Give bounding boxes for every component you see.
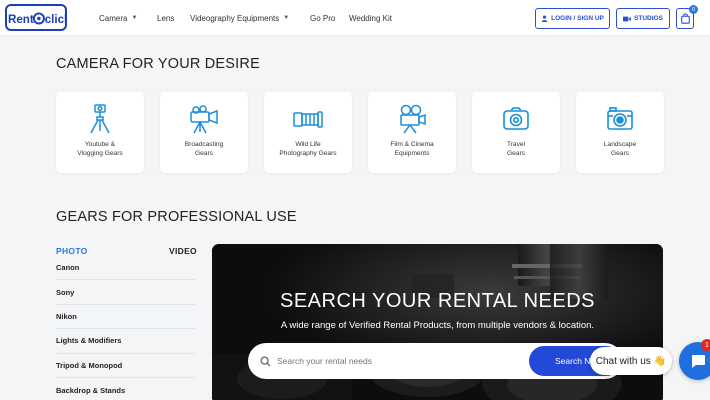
nav-wedding-kit[interactable]: Wedding Kit <box>349 0 392 36</box>
hero-subtitle: A wide range of Verified Rental Products… <box>280 320 595 331</box>
rentoclick-logo[interactable]: Rent click <box>5 4 67 31</box>
category-card-landscape[interactable]: Landscape Gears <box>576 92 664 173</box>
tab-photo[interactable]: PHOTO <box>56 246 88 256</box>
category-card-film-cinema[interactable]: Film & Cinema Equipments <box>368 92 456 173</box>
category-card-wild-life[interactable]: Wild Life Photography Gears <box>264 92 352 173</box>
svg-text:click: click <box>45 12 65 25</box>
brand-item-tripod-monopod[interactable]: Tripod & Monopod <box>56 354 196 378</box>
user-icon <box>541 15 548 22</box>
brand-list: Canon Sony Nikon Lights & Modifiers Trip… <box>56 256 196 400</box>
waving-hand-icon: 👋 <box>653 355 667 367</box>
gears-section-title: GEARS FOR PROFESSIONAL USE <box>56 209 297 225</box>
travel-camera-icon <box>501 104 531 134</box>
chevron-down-icon: ▼ <box>131 15 138 21</box>
landscape-camera-icon <box>605 104 635 134</box>
cart-count-badge: 0 <box>689 5 698 14</box>
login-signup-button[interactable]: LOGIN / SIGN UP <box>535 8 610 29</box>
category-label: Youtube & Vlogging Gears <box>77 141 123 157</box>
category-card-broadcasting[interactable]: Broadcasting Gears <box>160 92 248 173</box>
hero-title: SEARCH YOUR RENTAL NEEDS <box>279 290 596 312</box>
brand-item-nikon[interactable]: Nikon <box>56 305 196 330</box>
search-hero-banner: SEARCH YOUR RENTAL NEEDS A wide range of… <box>212 244 663 400</box>
nav-go-pro[interactable]: Go Pro <box>310 0 335 36</box>
nav-camera[interactable]: Camera ▼ <box>99 0 137 36</box>
top-header: Rent click Camera ▼ Lens Videography Equ… <box>0 0 710 36</box>
chat-bubble-text: Chat with us <box>595 355 651 367</box>
chevron-down-icon: ▼ <box>283 15 290 21</box>
brand-item-sony[interactable]: Sony <box>56 280 196 305</box>
category-label: Film & Cinema Equipments <box>390 141 434 157</box>
search-bar: Search Now <box>248 343 623 379</box>
film-camera-icon <box>397 104 427 134</box>
brand-item-lights-modifiers[interactable]: Lights & Modifiers <box>56 329 196 354</box>
tripod-icon <box>85 104 115 134</box>
nav-lens-label: Lens <box>157 13 175 23</box>
category-label: Travel Gears <box>506 141 526 157</box>
category-label: Broadcasting Gears <box>184 141 224 157</box>
video-camera-icon <box>623 16 632 21</box>
category-card-travel[interactable]: Travel Gears <box>472 92 560 173</box>
nav-videography-equipments[interactable]: Videography Equipments ▼ <box>190 0 289 36</box>
broadcast-camera-icon <box>189 104 219 134</box>
nav-go-pro-label: Go Pro <box>310 13 336 23</box>
search-input[interactable] <box>277 356 517 366</box>
camera-section-title: CAMERA FOR YOUR DESIRE <box>56 56 260 72</box>
category-label: Landscape Gears <box>603 141 637 157</box>
studios-button[interactable]: STUDIOS <box>616 8 670 29</box>
svg-text:Rent: Rent <box>8 12 34 25</box>
chat-with-us-bubble[interactable]: Chat with us 👋 <box>590 347 672 375</box>
shopping-bag-icon <box>680 13 690 24</box>
nav-videography-label: Videography Equipments <box>190 13 280 23</box>
search-icon <box>260 355 271 367</box>
brand-item-backdrop-stands[interactable]: Backdrop & Stands <box>56 378 196 400</box>
chat-notification-badge: 1 <box>701 339 710 351</box>
category-card-youtube-vlogging[interactable]: Youtube & Vlogging Gears <box>56 92 144 173</box>
brand-item-canon[interactable]: Canon <box>56 256 196 281</box>
category-label: Wild Life Photography Gears <box>279 141 337 157</box>
nav-camera-label: Camera <box>99 13 128 23</box>
chat-icon <box>691 355 705 368</box>
tab-video[interactable]: VIDEO <box>169 246 197 256</box>
telephoto-lens-icon <box>293 104 323 134</box>
category-cards: Youtube & Vlogging Gears Broadcasting Ge… <box>56 92 664 173</box>
nav-lens[interactable]: Lens <box>157 0 174 36</box>
nav-wedding-kit-label: Wedding Kit <box>349 13 392 23</box>
studios-label: STUDIOS <box>634 15 663 22</box>
login-signup-label: LOGIN / SIGN UP <box>551 15 604 22</box>
